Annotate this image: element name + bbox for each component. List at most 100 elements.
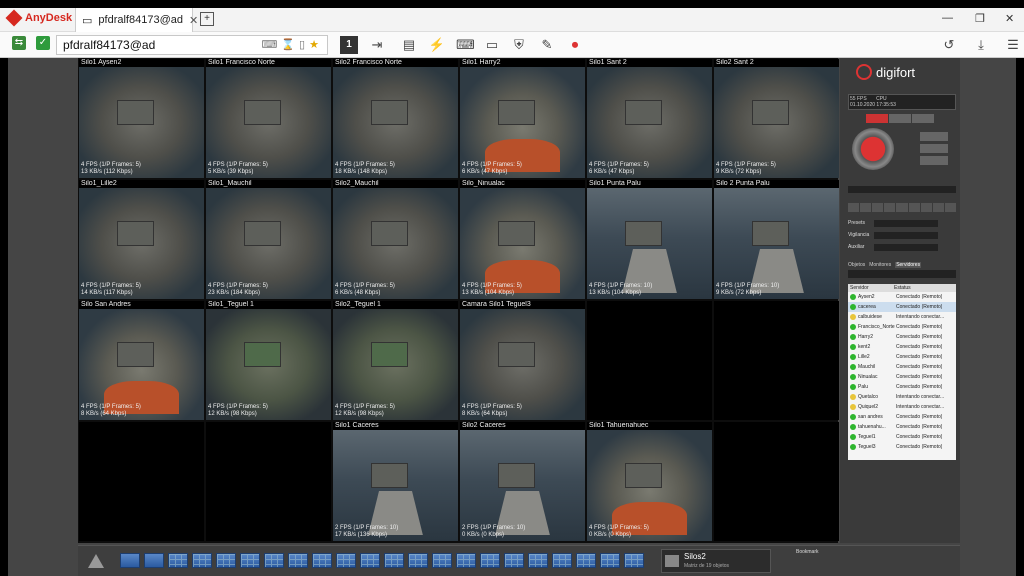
speed-slider[interactable] <box>848 186 956 193</box>
preset-btn[interactable] <box>860 203 872 212</box>
ptz-mode-button-3[interactable] <box>912 114 934 123</box>
maximize-button[interactable]: ❐ <box>975 12 985 25</box>
download-icon[interactable]: ⤓ <box>972 36 990 54</box>
server-row[interactable]: Palu Conectado (Remoto) <box>848 382 956 392</box>
camera-cell[interactable]: Camara Silo1 Teguel3 4 FPS (1/P Frames: 5… <box>460 301 585 420</box>
screen-layout-button[interactable] <box>480 553 500 568</box>
monitor-select-button[interactable]: 1 <box>340 36 358 54</box>
screen-layout-button[interactable] <box>360 553 380 568</box>
server-row[interactable]: Mauchil Conectado (Remoto) <box>848 362 956 372</box>
ptz-mode-button-1[interactable] <box>866 114 888 123</box>
camera-cell[interactable]: Silo1 Francisco Norte 4 FPS (1/P Frames: … <box>206 59 331 178</box>
favorite-star-icon[interactable]: ★ <box>309 39 323 51</box>
camera-cell[interactable]: Silo1 Punta Palu 4 FPS (1/P Frames: 10) 13… <box>587 180 712 299</box>
camera-cell[interactable]: Silo1 Caceres 2 FPS (1/P Frames: 10) 17 KB… <box>333 422 458 541</box>
server-row[interactable]: Teguel1 Conectado (Remoto) <box>848 432 956 442</box>
preset-btn[interactable] <box>884 203 896 212</box>
server-row[interactable]: kent2 Conectado (Remoto) <box>848 342 956 352</box>
camera-cell[interactable]: Silo1_Lille2 4 FPS (1/P Frames: 5) 14 KB/s… <box>79 180 204 299</box>
camera-cell[interactable] <box>714 301 839 420</box>
permissions-icon[interactable]: ⛨ <box>510 36 528 54</box>
zoom-button[interactable] <box>920 132 948 141</box>
close-tab-icon[interactable]: ✕ <box>189 14 198 27</box>
history-icon[interactable]: ↺ <box>940 36 958 54</box>
menu-icon[interactable]: ☰ <box>1004 36 1022 54</box>
minimize-button[interactable]: — <box>942 12 953 24</box>
session-tab[interactable]: ▭ pfdralf84173@ad ✕ <box>75 8 198 32</box>
chat-icon[interactable]: ▤ <box>400 36 418 54</box>
screen-layout-button[interactable] <box>384 553 404 568</box>
focus-button[interactable] <box>920 144 948 153</box>
screen-layout-button[interactable] <box>264 553 284 568</box>
screen-layout-button[interactable] <box>576 553 596 568</box>
presets-select[interactable] <box>874 220 938 227</box>
actions-icon[interactable]: ⚡ <box>428 36 446 54</box>
ptz-mode-button-2[interactable] <box>889 114 911 123</box>
new-tab-button[interactable]: + <box>200 12 214 26</box>
camera-cell[interactable]: Silo1_Mauchil 4 FPS (1/P Frames: 5) 23 KB/… <box>206 180 331 299</box>
server-row[interactable]: tahuenahu... Conectado (Remoto) <box>848 422 956 432</box>
screen-layout-button[interactable] <box>192 553 212 568</box>
screen-layout-button[interactable] <box>120 553 140 568</box>
server-row[interactable]: Aysen2 Conectado (Remoto) <box>848 292 956 302</box>
preset-btn[interactable] <box>932 203 944 212</box>
camera-cell[interactable] <box>714 422 839 541</box>
camera-cell[interactable] <box>79 422 204 541</box>
server-row[interactable]: Lille2 Conectado (Remoto) <box>848 352 956 362</box>
camera-cell[interactable]: Silo1 Harry2 4 FPS (1/P Frames: 5) 6 KB/s … <box>460 59 585 178</box>
screen-layout-button[interactable] <box>552 553 572 568</box>
collapse-icon[interactable] <box>88 554 104 568</box>
screen-layout-button[interactable] <box>528 553 548 568</box>
tab-objetos[interactable]: Objetos <box>848 262 865 268</box>
server-row[interactable]: Harry2 Conectado (Remoto) <box>848 332 956 342</box>
screen-layout-button[interactable] <box>624 553 644 568</box>
search-input[interactable] <box>848 270 956 278</box>
server-row[interactable]: Quetalco Intentando conectar... <box>848 392 956 402</box>
screen-layout-button[interactable] <box>168 553 188 568</box>
camera-cell[interactable]: Silo2_Mauchil 4 FPS (1/P Frames: 5) 6 KB/s… <box>333 180 458 299</box>
screen-layout-button[interactable] <box>336 553 356 568</box>
whiteboard-icon[interactable]: ✎ <box>538 36 556 54</box>
screen-layout-button[interactable] <box>216 553 236 568</box>
server-row[interactable]: san andres Conectado (Remoto) <box>848 412 956 422</box>
file-transfer-icon[interactable]: ⇥ <box>368 36 386 54</box>
tab-monitores[interactable]: Monitores <box>869 262 891 268</box>
server-row[interactable]: calbuidese Intentando conectar... <box>848 312 956 322</box>
camera-cell[interactable]: Silo2 Francisco Norte 4 FPS (1/P Frames: … <box>333 59 458 178</box>
camera-cell[interactable]: Silo1 Tahuenahuec 4 FPS (1/P Frames: 5) 0 … <box>587 422 712 541</box>
screen-layout-button[interactable] <box>432 553 452 568</box>
server-row[interactable]: Quiquel2 Intentando conectar... <box>848 402 956 412</box>
camera-cell[interactable]: Silo_Ninualac 4 FPS (1/P Frames: 5) 13 KB/… <box>460 180 585 299</box>
preset-btn[interactable] <box>896 203 908 212</box>
screen-layout-button[interactable] <box>504 553 524 568</box>
camera-cell[interactable]: Silo2 Caceres 2 FPS (1/P Frames: 10) 0 KB/… <box>460 422 585 541</box>
camera-cell[interactable] <box>206 422 331 541</box>
camera-cell[interactable]: Silo San Andres 4 FPS (1/P Frames: 5) 8 KB… <box>79 301 204 420</box>
tab-servidores[interactable]: Servidores <box>895 262 922 268</box>
camera-cell[interactable]: Silo1 Sant 2 4 FPS (1/P Frames: 5) 6 KB/s … <box>587 59 712 178</box>
camera-cell[interactable]: Silo2_Teguel 1 4 FPS (1/P Frames: 5) 12 KB… <box>333 301 458 420</box>
display-icon[interactable]: ▭ <box>483 36 501 54</box>
screen-layout-button[interactable] <box>600 553 620 568</box>
current-view[interactable]: Silos2 Matriz de 19 objetos <box>661 549 771 573</box>
preset-btn[interactable] <box>944 203 956 212</box>
server-col-header[interactable]: Servidor <box>848 284 894 292</box>
camera-cell[interactable]: Silo1 Aysen2 4 FPS (1/P Frames: 5) 13 KB/s… <box>79 59 204 178</box>
screen-layout-button[interactable] <box>408 553 428 568</box>
server-row[interactable]: Teguel3 Conectado (Remoto) <box>848 442 956 452</box>
screen-layout-button[interactable] <box>288 553 308 568</box>
vigilancia-select[interactable] <box>874 232 938 239</box>
screen-layout-button[interactable] <box>144 553 164 568</box>
screen-layout-button[interactable] <box>312 553 332 568</box>
server-row[interactable]: Francisco_Norte Conectado (Remoto) <box>848 322 956 332</box>
status-col-header[interactable]: Estatus <box>894 284 911 292</box>
server-row[interactable]: cacerea Conectado (Remoto) <box>848 302 956 312</box>
ptz-joystick[interactable] <box>852 128 894 170</box>
preset-btn[interactable] <box>908 203 920 212</box>
screen-layout-button[interactable] <box>240 553 260 568</box>
keyboard-icon[interactable]: ⌨ <box>456 36 475 54</box>
bookmark-area[interactable]: Bookmark <box>796 549 819 555</box>
camera-cell[interactable]: Silo 2 Punta Palu 4 FPS (1/P Frames: 10) 9… <box>714 180 839 299</box>
camera-cell[interactable]: Silo2 Sant 2 4 FPS (1/P Frames: 5) 9 KB/s … <box>714 59 839 178</box>
record-icon[interactable]: ⏺ <box>566 36 584 54</box>
